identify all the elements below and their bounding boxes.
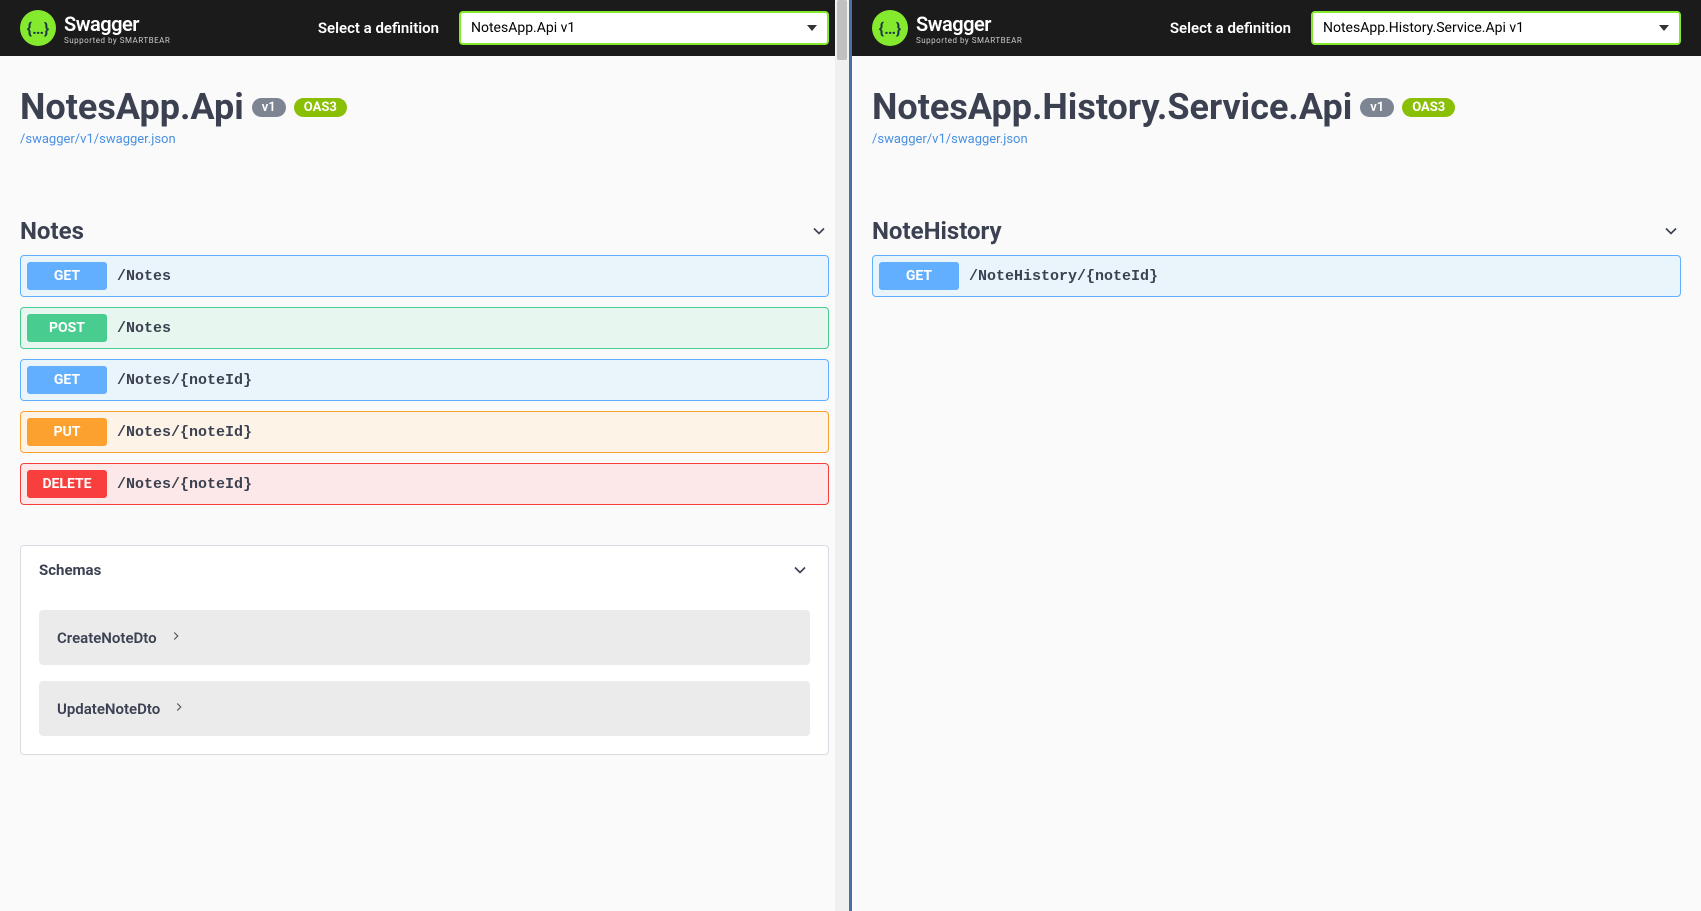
swagger-json-link[interactable]: /swagger/v1/swagger.json — [872, 132, 1681, 147]
method-badge: DELETE — [27, 470, 107, 498]
schema-name: CreateNoteDto — [57, 629, 157, 647]
chevron-right-icon — [169, 628, 183, 647]
method-badge: GET — [27, 366, 107, 394]
api-title: NotesApp.History.Service.Api — [872, 86, 1352, 128]
method-badge: POST — [27, 314, 107, 342]
oas-badge: OAS3 — [294, 98, 347, 117]
swagger-icon: {…} — [872, 10, 908, 46]
scrollbar-thumb[interactable] — [837, 0, 847, 60]
schema-name: UpdateNoteDto — [57, 700, 160, 718]
swagger-logo[interactable]: {…} Swagger Supported by SMARTBEAR — [872, 10, 1022, 46]
method-badge: PUT — [27, 418, 107, 446]
chevron-down-icon — [809, 221, 829, 241]
swagger-subtitle: Supported by SMARTBEAR — [916, 36, 1022, 45]
title-row: NotesApp.History.Service.Api v1 OAS3 — [872, 86, 1681, 128]
schema-item-updatenotedto[interactable]: UpdateNoteDto — [39, 681, 810, 736]
api-title: NotesApp.Api — [20, 86, 244, 128]
swagger-title: Swagger — [64, 12, 170, 36]
tag-section-notes: Notes GET /Notes POST /Notes GET /Notes/… — [20, 207, 829, 505]
definition-select[interactable]: NotesApp.History.Service.Api v1 — [1311, 11, 1681, 45]
tag-header[interactable]: Notes — [20, 207, 829, 255]
oas-badge: OAS3 — [1402, 98, 1455, 117]
op-path: /NoteHistory/{noteId} — [969, 268, 1158, 285]
chevron-down-icon — [790, 560, 810, 580]
swagger-pane-right: {…} Swagger Supported by SMARTBEAR Selec… — [852, 0, 1701, 911]
schemas-section: Schemas CreateNoteDto UpdateNoteDto — [20, 545, 829, 755]
chevron-right-icon — [172, 699, 186, 718]
method-badge: GET — [27, 262, 107, 290]
definition-label: Select a definition — [318, 19, 439, 37]
opblock-put-note[interactable]: PUT /Notes/{noteId} — [20, 411, 829, 453]
swagger-title: Swagger — [916, 12, 1022, 36]
tag-header[interactable]: NoteHistory — [872, 207, 1681, 255]
op-path: /Notes/{noteId} — [117, 476, 252, 493]
opblock-get-notehistory[interactable]: GET /NoteHistory/{noteId} — [872, 255, 1681, 297]
definition-label: Select a definition — [1170, 19, 1291, 37]
topbar: {…} Swagger Supported by SMARTBEAR Selec… — [852, 0, 1701, 56]
topbar: {…} Swagger Supported by SMARTBEAR Selec… — [0, 0, 849, 56]
opblock-get-notes[interactable]: GET /Notes — [20, 255, 829, 297]
op-path: /Notes/{noteId} — [117, 372, 252, 389]
swagger-icon: {…} — [20, 10, 56, 46]
schemas-body: CreateNoteDto UpdateNoteDto — [21, 610, 828, 754]
schema-item-createnotedto[interactable]: CreateNoteDto — [39, 610, 810, 665]
definition-value: NotesApp.Api v1 — [471, 20, 575, 36]
swagger-json-link[interactable]: /swagger/v1/swagger.json — [20, 132, 829, 147]
op-path: /Notes — [117, 268, 171, 285]
swagger-logo-text: Swagger Supported by SMARTBEAR — [916, 12, 1022, 45]
swagger-pane-left: {…} Swagger Supported by SMARTBEAR Selec… — [0, 0, 852, 911]
swagger-logo-text: Swagger Supported by SMARTBEAR — [64, 12, 170, 45]
content-left: NotesApp.Api v1 OAS3 /swagger/v1/swagger… — [0, 56, 849, 785]
definition-select[interactable]: NotesApp.Api v1 — [459, 11, 829, 45]
version-badge: v1 — [1360, 98, 1394, 117]
swagger-subtitle: Supported by SMARTBEAR — [64, 36, 170, 45]
tag-name: NoteHistory — [872, 217, 1002, 245]
title-row: NotesApp.Api v1 OAS3 — [20, 86, 829, 128]
version-badge: v1 — [252, 98, 286, 117]
swagger-logo[interactable]: {…} Swagger Supported by SMARTBEAR — [20, 10, 170, 46]
op-path: /Notes — [117, 320, 171, 337]
opblock-get-note-by-id[interactable]: GET /Notes/{noteId} — [20, 359, 829, 401]
schemas-title: Schemas — [39, 561, 101, 579]
chevron-down-icon — [1661, 221, 1681, 241]
tag-name: Notes — [20, 217, 84, 245]
method-badge: GET — [879, 262, 959, 290]
scrollbar-left[interactable] — [835, 0, 849, 911]
opblock-delete-note[interactable]: DELETE /Notes/{noteId} — [20, 463, 829, 505]
tag-section-notehistory: NoteHistory GET /NoteHistory/{noteId} — [872, 207, 1681, 297]
op-path: /Notes/{noteId} — [117, 424, 252, 441]
content-right: NotesApp.History.Service.Api v1 OAS3 /sw… — [852, 56, 1701, 337]
definition-value: NotesApp.History.Service.Api v1 — [1323, 20, 1524, 36]
opblock-post-notes[interactable]: POST /Notes — [20, 307, 829, 349]
schemas-header[interactable]: Schemas — [21, 546, 828, 594]
